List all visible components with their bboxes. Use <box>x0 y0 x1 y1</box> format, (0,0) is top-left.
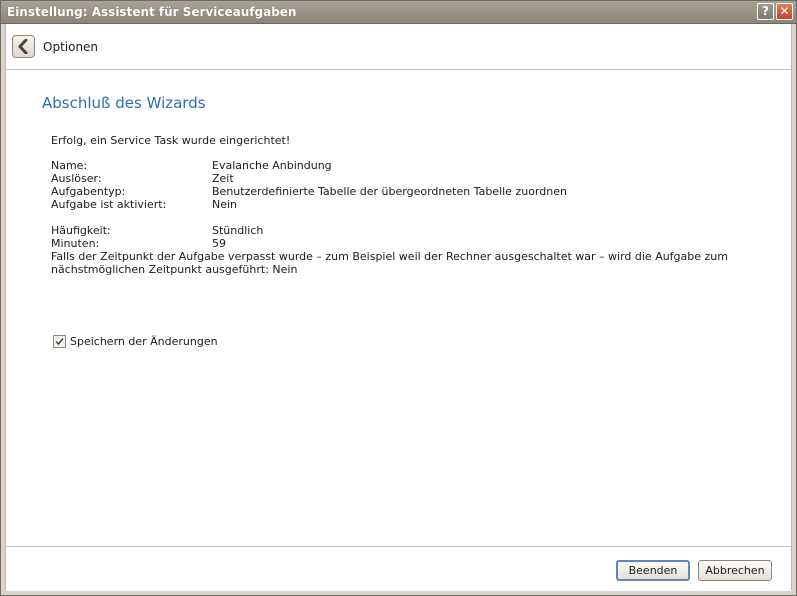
nav-label: Optionen <box>43 40 99 54</box>
detail-value: Benutzerdefinierte Tabelle der übergeord… <box>212 185 567 198</box>
detail-label: Name: <box>51 159 88 172</box>
schedule-label: Häufigkeit: <box>51 224 111 237</box>
save-changes-label[interactable]: Speichern der Änderungen <box>70 335 218 348</box>
success-message: Erfolg, ein Service Task wurde eingerich… <box>51 134 291 147</box>
cancel-button[interactable]: Abbrechen <box>698 560 772 581</box>
save-changes-checkbox[interactable] <box>53 335 66 348</box>
content-area: Optionen Abschluß des Wizards Erfolg, ei… <box>5 24 792 591</box>
button-bar: Beenden Abbrechen <box>6 546 791 591</box>
detail-value: Evalanche Anbindung <box>212 159 332 172</box>
help-button[interactable]: ? <box>757 3 774 20</box>
schedule-value: Stündlich <box>212 224 264 237</box>
detail-label: Aufgabentyp: <box>51 185 126 198</box>
schedule-value: 59 <box>212 237 226 250</box>
schedule-label: Minuten: <box>51 237 100 250</box>
missed-run-note: Falls der Zeitpunkt der Aufgabe verpasst… <box>51 250 728 276</box>
close-button[interactable]: ✕ <box>776 3 793 20</box>
chevron-left-icon <box>18 39 28 54</box>
detail-value: Nein <box>212 198 238 211</box>
page-title: Abschluß des Wizards <box>42 94 206 112</box>
finish-button[interactable]: Beenden <box>616 560 690 581</box>
dialog-window: Einstellung: Assistent für Serviceaufgab… <box>0 0 797 596</box>
title-bar[interactable]: Einstellung: Assistent für Serviceaufgab… <box>1 1 796 24</box>
window-title: Einstellung: Assistent für Serviceaufgab… <box>7 5 297 19</box>
back-button[interactable] <box>12 35 35 58</box>
detail-value: Zeit <box>212 172 234 185</box>
detail-label: Auslöser: <box>51 172 102 185</box>
detail-label: Aufgabe ist aktiviert: <box>51 198 167 211</box>
checkmark-icon <box>55 338 64 346</box>
navigation-bar: Optionen <box>6 24 791 70</box>
